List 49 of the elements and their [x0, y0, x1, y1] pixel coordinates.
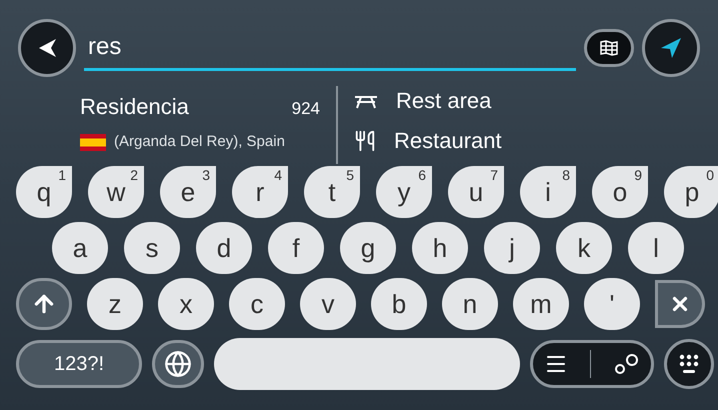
- result-distance: 924: [292, 98, 320, 120]
- result-name: Residencia: [80, 93, 189, 121]
- keyboard-key[interactable]: r 4: [232, 166, 288, 218]
- hide-keyboard-button[interactable]: [664, 339, 714, 389]
- category-item[interactable]: Restaurant: [354, 130, 502, 152]
- fork-knife-icon: [354, 130, 376, 152]
- keyboard-key[interactable]: j: [484, 222, 540, 274]
- keyboard-key[interactable]: y 6: [376, 166, 432, 218]
- keyboard-key[interactable]: g: [340, 222, 396, 274]
- route-icon[interactable]: [614, 353, 640, 375]
- keyboard-key[interactable]: q 1: [16, 166, 72, 218]
- keyboard-key[interactable]: n: [442, 278, 498, 330]
- keyboard-key[interactable]: o 9: [592, 166, 648, 218]
- keyboard-key[interactable]: x: [158, 278, 214, 330]
- keyboard-key[interactable]: ': [584, 278, 640, 330]
- shift-key[interactable]: [16, 278, 72, 330]
- keyboard-key[interactable]: d: [196, 222, 252, 274]
- keyboard-key[interactable]: b: [371, 278, 427, 330]
- keyboard-key[interactable]: a: [52, 222, 108, 274]
- keyboard-key[interactable]: v: [300, 278, 356, 330]
- map-view-button[interactable]: [584, 29, 634, 67]
- keyboard-key[interactable]: c: [229, 278, 285, 330]
- map-icon: [600, 40, 618, 56]
- numbers-key[interactable]: 123?!: [16, 340, 142, 388]
- search-result[interactable]: Residencia 924 (Arganda Del Rey), Spain: [80, 90, 320, 154]
- keyboard-key[interactable]: l: [628, 222, 684, 274]
- search-text: res: [88, 32, 122, 62]
- keyboard-key[interactable]: t 5: [304, 166, 360, 218]
- globe-icon: [164, 350, 192, 378]
- keyboard-key[interactable]: i 8: [520, 166, 576, 218]
- space-key[interactable]: [214, 338, 520, 390]
- flag-icon: [80, 134, 106, 151]
- keyboard-key[interactable]: k: [556, 222, 612, 274]
- keyboard-icon: [677, 352, 701, 376]
- keyboard-key[interactable]: f: [268, 222, 324, 274]
- picnic-table-icon: [354, 93, 378, 109]
- keyboard-key[interactable]: p 0: [664, 166, 718, 218]
- keyboard-key[interactable]: u 7: [448, 166, 504, 218]
- keyboard-key[interactable]: s: [124, 222, 180, 274]
- backspace-key[interactable]: [655, 280, 705, 328]
- result-address: (Arganda Del Rey), Spain: [114, 132, 285, 152]
- keyboard-key[interactable]: m: [513, 278, 569, 330]
- search-field[interactable]: res: [84, 25, 576, 71]
- category-item[interactable]: Rest area: [354, 90, 502, 112]
- keyboard-key[interactable]: z: [87, 278, 143, 330]
- keyboard-key[interactable]: h: [412, 222, 468, 274]
- keyboard-key[interactable]: e 3: [160, 166, 216, 218]
- navigation-arrow-icon: [659, 36, 683, 60]
- language-key[interactable]: [152, 340, 204, 388]
